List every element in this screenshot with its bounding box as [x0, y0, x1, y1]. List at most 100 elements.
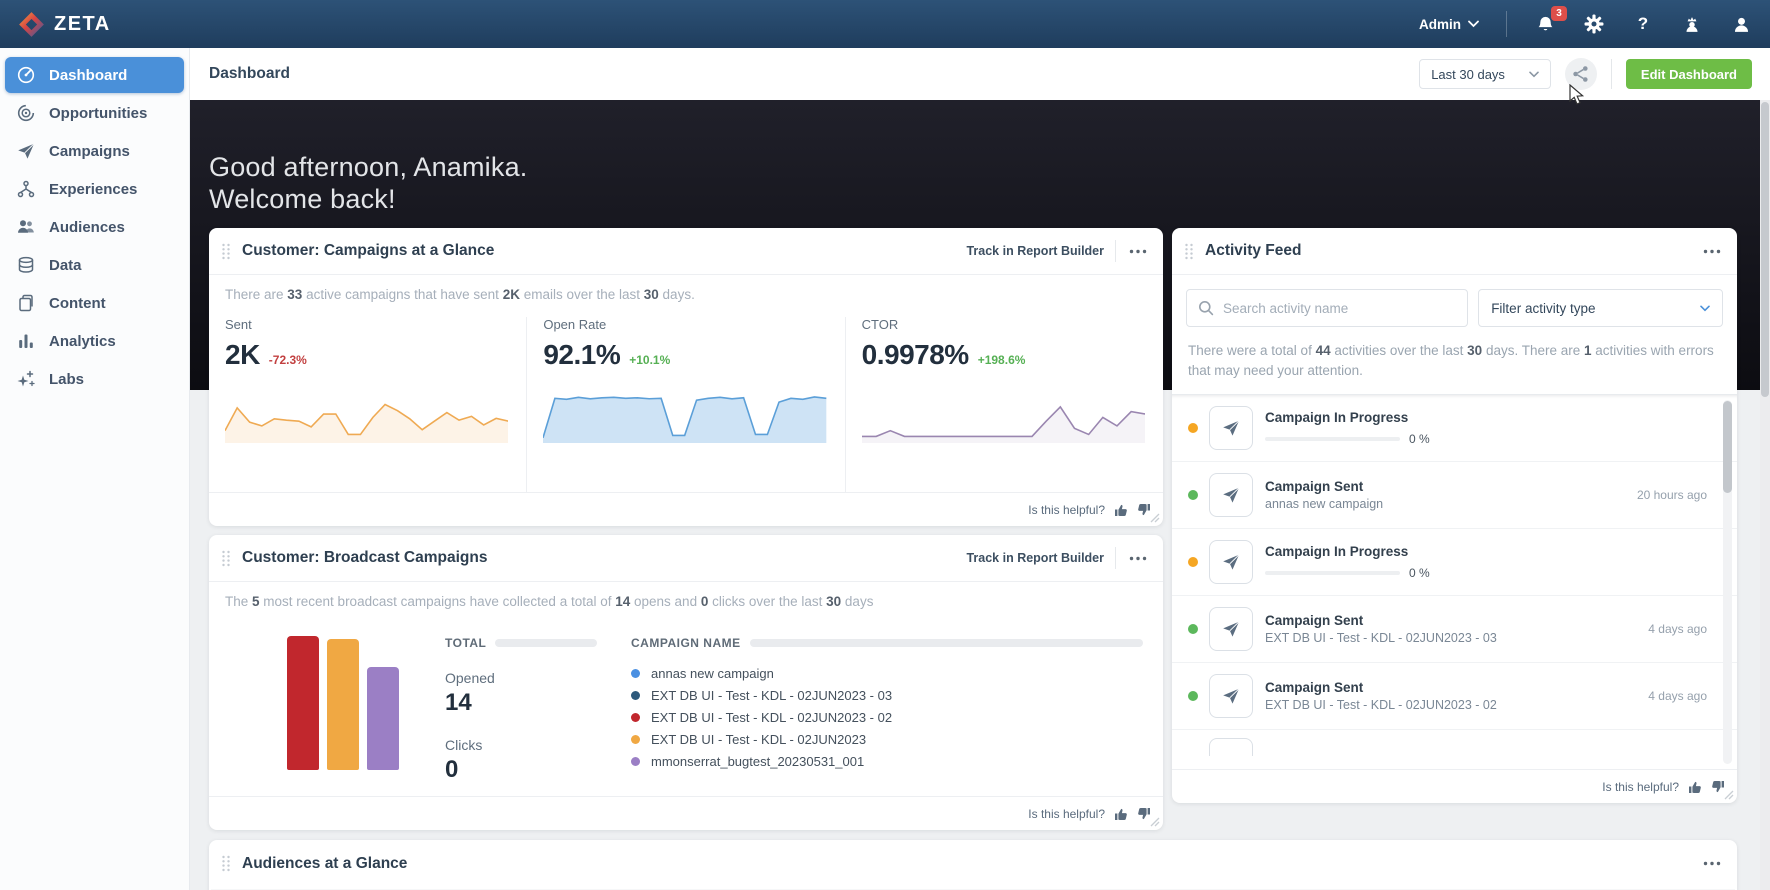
share-button[interactable] — [1564, 58, 1597, 90]
sidebar-item-label: Data — [49, 256, 82, 274]
broadcast-chart-body: TOTAL Opened 14 Clicks 0 CAMPAIGN NAME a… — [209, 616, 1163, 796]
progress-percent: 0 % — [1409, 431, 1430, 446]
gear-icon — [1584, 14, 1604, 34]
activity-scrollbar-thumb[interactable] — [1723, 400, 1732, 493]
thumbs-up-button[interactable] — [1114, 807, 1128, 821]
clicks-value: 0 — [445, 756, 459, 784]
help-button[interactable]: ? — [1632, 13, 1654, 35]
settings-button[interactable] — [1583, 13, 1605, 35]
thumbs-up-button[interactable] — [1114, 503, 1128, 517]
sidebar-item-labs[interactable]: Labs — [5, 361, 184, 397]
thumbs-up-button[interactable] — [1688, 780, 1702, 794]
paper-plane-icon — [1223, 553, 1240, 570]
topnav-divider — [1506, 11, 1507, 37]
thumbs-down-button[interactable] — [1711, 780, 1725, 794]
sidebar-item-experiences[interactable]: Experiences — [5, 171, 184, 207]
sidebar-item-label: Labs — [49, 370, 85, 388]
edit-dashboard-button[interactable]: Edit Dashboard — [1625, 59, 1752, 89]
sidebar-item-label: Opportunities — [49, 104, 148, 122]
sidebar-item-data[interactable]: Data — [5, 247, 184, 283]
resize-handle-icon[interactable] — [1724, 790, 1734, 800]
card-title: Customer: Broadcast Campaigns — [242, 549, 488, 566]
activity-search-input[interactable] — [1223, 300, 1457, 316]
legend-dot — [631, 735, 640, 745]
clicks-label: Clicks — [445, 737, 483, 754]
more-menu-button[interactable] — [1701, 859, 1723, 868]
resize-handle-icon[interactable] — [1150, 817, 1160, 827]
campaign-opens-bar — [287, 636, 319, 771]
page-scrollbar-thumb[interactable] — [1761, 102, 1769, 397]
activity-scrollbar-track[interactable] — [1723, 399, 1732, 764]
page-title: Dashboard — [209, 65, 290, 82]
legend-dot — [631, 713, 640, 723]
notifications-button[interactable]: 3 — [1534, 6, 1567, 35]
activity-body: Campaign Sent EXT DB UI - Test - KDL - 0… — [1265, 613, 1638, 645]
activity-body: Campaign Sent EXT DB UI - Test - KDL - 0… — [1265, 680, 1638, 712]
sidebar-item-dashboard[interactable]: Dashboard — [5, 57, 184, 93]
stats-row: Sent 2K -72.3% Open Rate 92.1% +10.1% CT… — [209, 309, 1163, 492]
date-range-select[interactable]: Last 30 days — [1419, 59, 1551, 89]
sidebar-item-label: Analytics — [49, 332, 116, 350]
page-scrollbar-track[interactable] — [1760, 100, 1770, 890]
campaign-activity-icon-box — [1209, 539, 1253, 584]
activity-row[interactable]: Campaign Sent EXT DB UI - Test - KDL - 0… — [1172, 663, 1737, 730]
more-menu-icon — [1703, 249, 1721, 253]
activity-body: Campaign In Progress 0 % — [1265, 410, 1707, 446]
filter-label: Filter activity type — [1491, 300, 1596, 316]
thumbs-up-icon — [1115, 808, 1127, 820]
activity-subtitle: annas new campaign — [1265, 496, 1384, 511]
legend-label: EXT DB UI - Test - KDL - 02JUN2023 — [651, 732, 867, 748]
thumbs-down-button[interactable] — [1137, 503, 1151, 517]
profile-button[interactable] — [1730, 13, 1752, 35]
drag-handle-icon[interactable] — [221, 243, 231, 260]
drag-handle-icon[interactable] — [221, 855, 231, 872]
card-title: Activity Feed — [1205, 242, 1302, 259]
track-report-builder-link[interactable]: Track in Report Builder — [966, 244, 1104, 258]
activity-row-partial — [1172, 730, 1737, 756]
activity-row[interactable]: Campaign In Progress 0 % — [1172, 529, 1737, 596]
opens-bar-chart — [287, 636, 399, 771]
more-menu-button[interactable] — [1127, 554, 1149, 563]
activity-type-filter[interactable]: Filter activity type — [1478, 289, 1723, 327]
thumbs-down-icon — [1138, 503, 1150, 515]
activity-title: Campaign In Progress — [1265, 409, 1409, 425]
drag-handle-icon[interactable] — [221, 550, 231, 567]
sidebar-item-content[interactable]: Content — [5, 285, 184, 321]
legend-label: EXT DB UI - Test - KDL - 02JUN2023 - 03 — [651, 688, 893, 704]
resize-handle-icon[interactable] — [1150, 513, 1160, 523]
campaign-activity-icon-box — [1209, 673, 1253, 718]
paper-plane-icon — [18, 143, 35, 159]
more-menu-button[interactable] — [1127, 247, 1149, 256]
admin-menu[interactable]: Admin — [1419, 17, 1479, 32]
campaign-opens-bar — [327, 638, 359, 771]
card-title: Audiences at a Glance — [242, 854, 408, 872]
sidebar-item-analytics[interactable]: Analytics — [5, 323, 184, 359]
admin-users-button[interactable] — [1681, 13, 1703, 35]
zeta-logo[interactable]: ZETA — [18, 11, 111, 38]
campaigns-glance-card: Customer: Campaigns at a Glance Track in… — [209, 228, 1163, 526]
page-header-controls: Last 30 days Edit Dashboard — [1419, 58, 1752, 90]
activity-row[interactable]: Campaign Sent annas new campaign 20 hour… — [1172, 462, 1737, 529]
track-report-builder-link[interactable]: Track in Report Builder — [966, 551, 1104, 565]
activity-row[interactable]: Campaign Sent EXT DB UI - Test - KDL - 0… — [1172, 596, 1737, 663]
stat-open-rate: Open Rate 92.1% +10.1% — [526, 317, 844, 492]
activity-row[interactable]: Campaign In Progress 0 % — [1172, 395, 1737, 462]
sidebar-item-opportunities[interactable]: Opportunities — [5, 95, 184, 131]
thumbs-down-button[interactable] — [1137, 807, 1151, 821]
sidebar-item-campaigns[interactable]: Campaigns — [5, 133, 184, 169]
cards-layout: Customer: Campaigns at a Glance Track in… — [190, 100, 1770, 890]
status-dot — [1188, 690, 1198, 701]
paper-plane-icon — [1223, 620, 1240, 637]
more-menu-button[interactable] — [1701, 247, 1723, 256]
sent-sparkline-chart — [225, 387, 509, 444]
sidebar-item-audiences[interactable]: Audiences — [5, 209, 184, 245]
card-header: Activity Feed — [1172, 228, 1737, 275]
date-range-value: Last 30 days — [1431, 66, 1505, 82]
activity-toolbar: Filter activity type — [1172, 275, 1737, 339]
activity-search[interactable] — [1186, 289, 1469, 327]
campaign-opens-bar — [367, 667, 399, 771]
opened-value: 14 — [445, 689, 472, 717]
drag-handle-icon[interactable] — [1184, 243, 1194, 260]
legend-dot — [631, 691, 640, 701]
sidebar-item-label: Audiences — [49, 218, 125, 236]
